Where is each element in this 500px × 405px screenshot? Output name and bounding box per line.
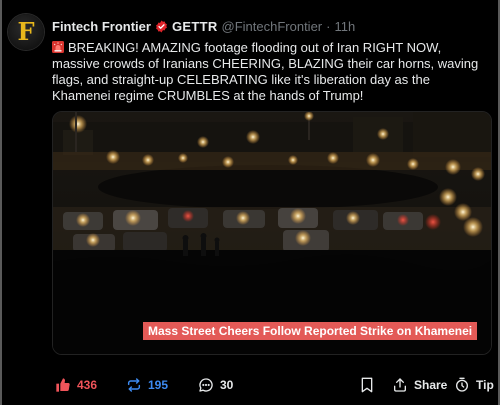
post-video[interactable]: Mass Street Cheers Follow Reported Strik… [52,111,492,355]
like-count: 436 [77,378,98,392]
post-actions: 436 195 30 Share Tip [52,375,494,395]
share-label: Share [414,378,448,392]
post-time[interactable]: 11h [334,19,355,34]
verified-badge-icon [155,20,168,33]
share-icon [392,377,408,393]
tip-icon [454,377,470,393]
post-text: BREAKING! AMAZING footage flooding out o… [52,40,479,103]
repost-button[interactable]: 195 [126,375,168,395]
repost-icon [126,377,142,393]
display-name[interactable]: Fintech Frontier [52,19,151,34]
avatar-letter: F [17,17,35,46]
video-caption: Mass Street Cheers Follow Reported Strik… [143,322,478,340]
like-button[interactable]: 436 [55,375,97,395]
repost-count: 195 [148,378,169,392]
bookmark-icon [360,377,374,393]
platform-name: GETTR [171,18,218,34]
share-button[interactable]: Share [392,375,447,395]
reply-count: 30 [220,378,234,392]
user-handle[interactable]: @FintechFrontier [222,19,323,34]
bookmark-button[interactable] [360,375,374,395]
avatar[interactable]: F [8,14,44,50]
tip-button[interactable]: Tip [454,375,494,395]
night-traffic-scene [53,112,491,354]
thumbs-up-icon [55,377,71,393]
police-car-light-icon [52,41,64,53]
tip-label: Tip [476,378,494,392]
separator-dot: · [326,18,331,34]
post-header: Fintech Frontier GETTR @FintechFrontier … [52,16,488,36]
reply-button[interactable]: 30 [198,375,233,395]
post-card[interactable]: F Fintech Frontier GETTR @FintechFrontie… [0,0,500,405]
post-text-container: BREAKING! AMAZING footage flooding out o… [52,40,482,104]
comment-icon [198,377,214,393]
